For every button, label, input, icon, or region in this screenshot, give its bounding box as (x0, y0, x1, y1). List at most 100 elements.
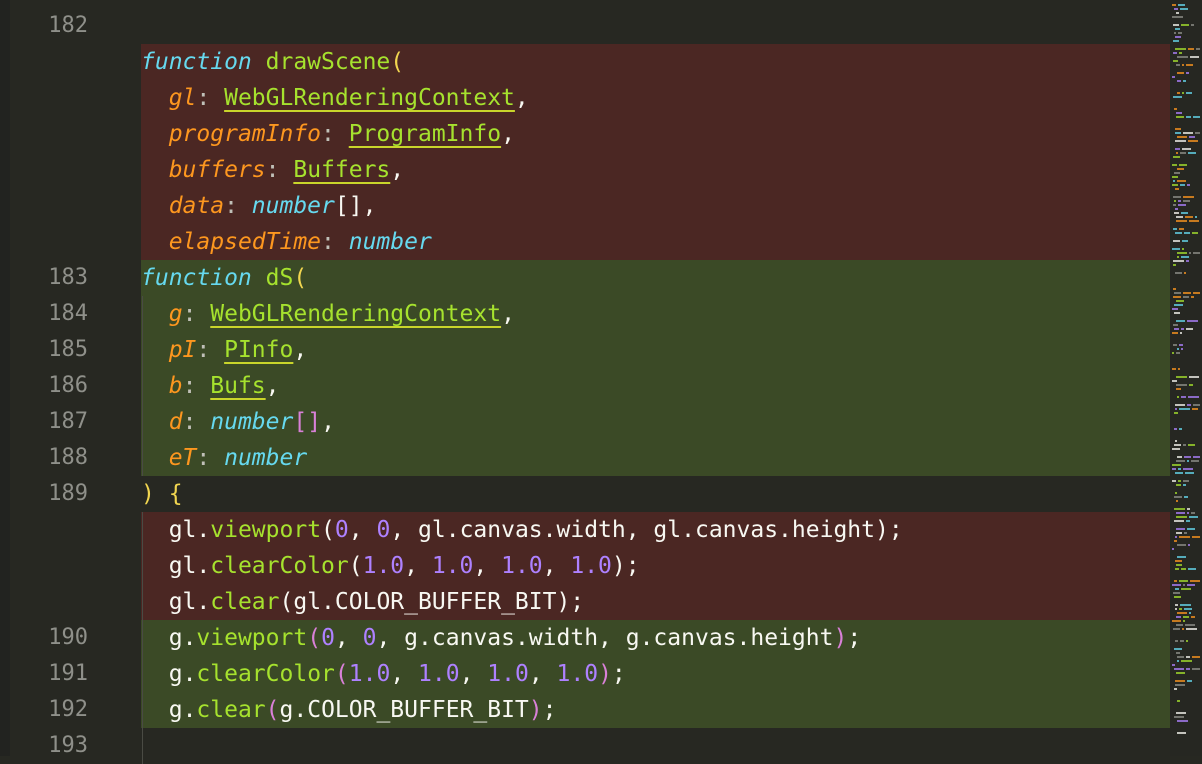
removed-line[interactable]: programInfo: ProgramInfo, (0, 116, 1170, 152)
line-code[interactable]: gl.clear(gl.COLOR_BUFFER_BIT); (141, 584, 1170, 620)
minimap-stroke (1172, 464, 1181, 466)
line-code[interactable]: elapsedTime: number (141, 224, 1170, 260)
minimap-stroke (1181, 212, 1188, 214)
minimap-stroke (1183, 468, 1193, 470)
minimap-stroke (1182, 628, 1184, 630)
line-code[interactable]: pI: PInfo, (141, 332, 1170, 368)
line-code[interactable]: eT: number (141, 440, 1170, 476)
removed-line[interactable]: gl.clear(gl.COLOR_BUFFER_BIT); (0, 584, 1170, 620)
code-token: , (293, 337, 308, 363)
minimap-stroke (1174, 648, 1182, 650)
line-code[interactable]: d: number[], (141, 404, 1170, 440)
line-code[interactable]: gl.clearColor(1.0, 1.0, 1.0, 1.0); (141, 548, 1170, 584)
line-code[interactable]: buffers: Buffers, (141, 152, 1170, 188)
code-token: , (334, 625, 363, 651)
minimap-stroke (1177, 252, 1187, 254)
removed-line[interactable]: buffers: Buffers, (0, 152, 1170, 188)
minimap-stroke (1186, 656, 1190, 658)
code-token: : (196, 337, 225, 363)
minimap-stroke (1183, 616, 1189, 618)
code-token: data (168, 193, 225, 219)
code-token: ; (611, 661, 626, 687)
minimap-stroke (1172, 4, 1176, 6)
minimap-stroke (1175, 568, 1179, 570)
line-code[interactable]: g: WebGLRenderingContext, (141, 296, 1170, 332)
line-code[interactable]: g.clear(g.COLOR_BUFFER_BIT); (141, 692, 1170, 728)
minimap-stroke (1176, 320, 1185, 322)
line-code[interactable]: function dS( (141, 260, 1170, 296)
code-line[interactable]: 193 (0, 728, 1170, 764)
line-code[interactable]: g.viewport(0, 0, g.canvas.width, g.canva… (141, 620, 1170, 656)
code-token: : (182, 301, 211, 327)
line-code[interactable]: g.clearColor(1.0, 1.0, 1.0, 1.0); (141, 656, 1170, 692)
minimap-stroke (1173, 196, 1181, 198)
minimap-stroke (1174, 540, 1177, 542)
removed-line[interactable]: data: number[], (0, 188, 1170, 224)
minimap[interactable] (1170, 0, 1202, 756)
minimap-stroke (1174, 412, 1178, 414)
added-line[interactable]: 183 function dS( (0, 260, 1170, 296)
indent-guide (142, 512, 143, 764)
code-line[interactable]: 182 (0, 8, 1170, 44)
minimap-stroke (1176, 152, 1178, 154)
minimap-stroke (1176, 220, 1187, 222)
code-token: WebGLRenderingContext (224, 85, 515, 111)
code-token: . (182, 697, 197, 723)
minimap-stroke (1176, 500, 1178, 502)
added-line[interactable]: 186 b: Bufs, (0, 368, 1170, 404)
added-line[interactable]: 184 g: WebGLRenderingContext, (0, 296, 1170, 332)
line-code[interactable]: function drawScene( (141, 44, 1170, 80)
line-code[interactable] (141, 8, 1170, 44)
minimap-stroke (1188, 396, 1199, 398)
diff-editor[interactable]: 182 function drawScene( gl: WebGLRenderin… (0, 0, 1202, 764)
minimap-stroke (1187, 404, 1191, 406)
removed-line[interactable]: gl: WebGLRenderingContext, (0, 80, 1170, 116)
removed-line[interactable]: gl.clearColor(1.0, 1.0, 1.0, 1.0); (0, 548, 1170, 584)
minimap-stroke (1177, 720, 1188, 722)
line-code[interactable]: programInfo: ProgramInfo, (141, 116, 1170, 152)
code-token: 1.0 (487, 661, 529, 687)
minimap-stroke (1184, 272, 1186, 274)
minimap-stroke (1191, 512, 1195, 514)
minimap-stroke (1176, 376, 1187, 378)
minimap-stroke (1174, 328, 1179, 330)
minimap-stroke (1177, 732, 1186, 734)
line-code[interactable]: ) { (141, 476, 1170, 512)
code-line[interactable]: 189) { (0, 476, 1170, 512)
minimap-stroke (1177, 612, 1187, 614)
code-token: : (321, 229, 349, 255)
minimap-stroke (1176, 516, 1187, 518)
added-line[interactable]: 185 pI: PInfo, (0, 332, 1170, 368)
code-token: . (196, 589, 211, 615)
removed-line[interactable]: function drawScene( (0, 44, 1170, 80)
line-code[interactable]: gl: WebGLRenderingContext, (141, 80, 1170, 116)
added-line[interactable]: 192 g.clear(g.COLOR_BUFFER_BIT); (0, 692, 1170, 728)
line-code[interactable]: gl.viewport(0, 0, gl.canvas.width, gl.ca… (141, 512, 1170, 548)
code-token: number (210, 409, 294, 435)
minimap-stroke (1183, 296, 1189, 298)
line-code[interactable] (141, 728, 1170, 764)
minimap-stroke (1172, 548, 1174, 550)
code-token: ProgramInfo (348, 121, 502, 147)
added-line[interactable]: 191 g.clearColor(1.0, 1.0, 1.0, 1.0); (0, 656, 1170, 692)
code-token: . (182, 661, 197, 687)
code-token: : (196, 445, 225, 471)
added-line[interactable]: 190 g.viewport(0, 0, g.canvas.width, g.c… (0, 620, 1170, 656)
line-code[interactable]: b: Bufs, (141, 368, 1170, 404)
minimap-stroke (1174, 596, 1181, 598)
removed-line[interactable]: gl.viewport(0, 0, gl.canvas.width, gl.ca… (0, 512, 1170, 548)
code-token: gl (168, 553, 197, 579)
minimap-stroke (1189, 252, 1191, 254)
minimap-stroke (1175, 640, 1178, 642)
line-number (0, 224, 88, 260)
removed-line[interactable]: elapsedTime: number (0, 224, 1170, 260)
added-line[interactable]: 187 d: number[], (0, 404, 1170, 440)
line-code[interactable]: data: number[], (141, 188, 1170, 224)
minimap-stroke (1175, 208, 1178, 210)
minimap-stroke (1176, 564, 1182, 566)
added-line[interactable]: 188 eT: number (0, 440, 1170, 476)
